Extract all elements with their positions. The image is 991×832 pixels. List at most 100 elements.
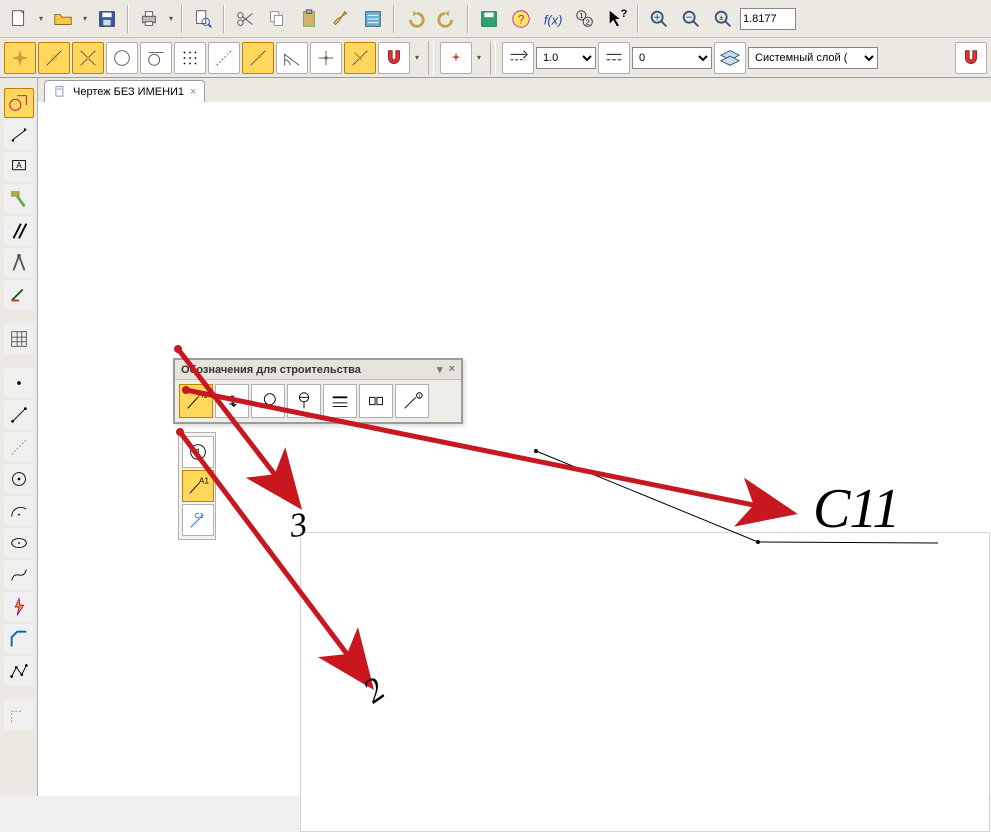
snap-mid-button[interactable]: [38, 42, 70, 74]
spline-tool-button[interactable]: [4, 560, 34, 590]
format-painter-button[interactable]: [326, 4, 356, 34]
snap-circle-button[interactable]: [106, 42, 138, 74]
arc-tool-button[interactable]: [4, 496, 34, 526]
toolbar-separator: [393, 5, 395, 33]
corner-tool-button[interactable]: [4, 700, 34, 730]
panel-close-button[interactable]: ×: [449, 363, 455, 376]
mark-a1-button[interactable]: A1: [179, 384, 213, 418]
param-tool-button[interactable]: [4, 216, 34, 246]
scissors-icon: [234, 8, 256, 30]
cut-button[interactable]: [230, 4, 260, 34]
compass-tool-button[interactable]: [4, 248, 34, 278]
snap-intersection-button[interactable]: [72, 42, 104, 74]
layer-select[interactable]: Системный слой (: [748, 47, 878, 69]
mark-level-button[interactable]: [287, 384, 321, 418]
mark-leader-button[interactable]: 1: [395, 384, 429, 418]
properties-button[interactable]: [358, 4, 388, 34]
circle-1-icon: 1: [187, 441, 209, 463]
print-preview-button[interactable]: [188, 4, 218, 34]
enumerate-button[interactable]: 12: [570, 4, 600, 34]
mark-section-button[interactable]: [323, 384, 357, 418]
annotate-tool-button[interactable]: [4, 280, 34, 310]
text-tool-button[interactable]: A: [4, 152, 34, 182]
mark-number-button[interactable]: 1: [215, 384, 249, 418]
new-file-button[interactable]: [4, 4, 34, 34]
snap-perp-button[interactable]: [344, 42, 376, 74]
snap-near-button[interactable]: [242, 42, 274, 74]
drawing-canvas[interactable]: Обозначения для строительства ▾ × A1 1 1…: [38, 102, 991, 796]
snap-extra-dropdown[interactable]: [474, 43, 484, 73]
tab-close-button[interactable]: ×: [190, 86, 196, 98]
layers-button[interactable]: [714, 42, 746, 74]
zoom-scale-button[interactable]: ±: [708, 4, 738, 34]
flyout-option-1[interactable]: 1: [182, 436, 214, 468]
level-icon: [293, 390, 315, 412]
linetype-button[interactable]: [502, 42, 534, 74]
snap-guide-button[interactable]: [208, 42, 240, 74]
zoom-out-button[interactable]: [676, 4, 706, 34]
fx-button[interactable]: f(x): [538, 4, 568, 34]
geometry-tool-button[interactable]: [4, 88, 34, 118]
segment-tool-button[interactable]: [4, 400, 34, 430]
zoom-in-button[interactable]: [644, 4, 674, 34]
snap-tangent-button[interactable]: [140, 42, 172, 74]
svg-text:A: A: [16, 161, 22, 170]
dimension-icon: [8, 124, 30, 146]
zoom-value-input[interactable]: [740, 8, 796, 30]
opening-icon: [365, 390, 387, 412]
segment-icon: [8, 404, 30, 426]
ellipse-icon: [8, 532, 30, 554]
mark-node-button[interactable]: [251, 384, 285, 418]
arc-icon: [8, 500, 30, 522]
library-button[interactable]: [474, 4, 504, 34]
ellipse-tool-button[interactable]: [4, 528, 34, 558]
open-folder-icon: [52, 8, 74, 30]
chamfer-tool-button[interactable]: [4, 624, 34, 654]
copy-button[interactable]: [262, 4, 292, 34]
redo-button[interactable]: [432, 4, 462, 34]
guide-icon: [213, 47, 235, 69]
whats-this-button[interactable]: ?: [602, 4, 632, 34]
disk-green-icon: [478, 8, 500, 30]
compass-icon: [8, 252, 30, 274]
open-file-dropdown[interactable]: [80, 4, 90, 34]
point-tool-button[interactable]: [4, 368, 34, 398]
panel-titlebar[interactable]: Обозначения для строительства ▾ ×: [175, 360, 461, 380]
print-dropdown[interactable]: [166, 4, 176, 34]
document-tabstrip: Чертеж БЕЗ ИМЕНИ1 ×: [0, 78, 991, 102]
snap-angle-button[interactable]: [276, 42, 308, 74]
snap-magnet-button[interactable]: [378, 42, 410, 74]
open-file-button[interactable]: [48, 4, 78, 34]
snap-center-button[interactable]: [310, 42, 342, 74]
snap-grid-button[interactable]: [174, 42, 206, 74]
table-tool-button[interactable]: [4, 324, 34, 354]
paste-button[interactable]: [294, 4, 324, 34]
dimension-tool-button[interactable]: [4, 120, 34, 150]
polyline-tool-button[interactable]: [4, 656, 34, 686]
edit-tool-button[interactable]: [4, 184, 34, 214]
snap-magnet2-button[interactable]: [955, 42, 987, 74]
flyout-option-c1[interactable]: C1: [182, 504, 214, 536]
aux-line-tool-button[interactable]: [4, 432, 34, 462]
print-button[interactable]: [134, 4, 164, 34]
undo-button[interactable]: [400, 4, 430, 34]
copy-icon: [266, 8, 288, 30]
snap-endpoint-button[interactable]: [4, 42, 36, 74]
document-tab[interactable]: Чертеж БЕЗ ИМЕНИ1 ×: [44, 80, 205, 102]
section-icon: [329, 390, 351, 412]
snap-extra-button[interactable]: [440, 42, 472, 74]
line-style-select[interactable]: 0: [632, 47, 712, 69]
snap-magnet-dropdown[interactable]: [412, 43, 422, 73]
mark-opening-button[interactable]: [359, 384, 393, 418]
zoom-in-icon: [648, 8, 670, 30]
new-file-dropdown[interactable]: [36, 4, 46, 34]
wizard-button[interactable]: ?: [506, 4, 536, 34]
line-style-button[interactable]: [598, 42, 630, 74]
panel-minimize-button[interactable]: ▾: [437, 363, 443, 376]
save-button[interactable]: [92, 4, 122, 34]
bolt-icon: [8, 596, 30, 618]
bolt-tool-button[interactable]: [4, 592, 34, 622]
flyout-option-a1[interactable]: A1: [182, 470, 214, 502]
circle-tool-button[interactable]: [4, 464, 34, 494]
line-width-select[interactable]: 1.0: [536, 47, 596, 69]
